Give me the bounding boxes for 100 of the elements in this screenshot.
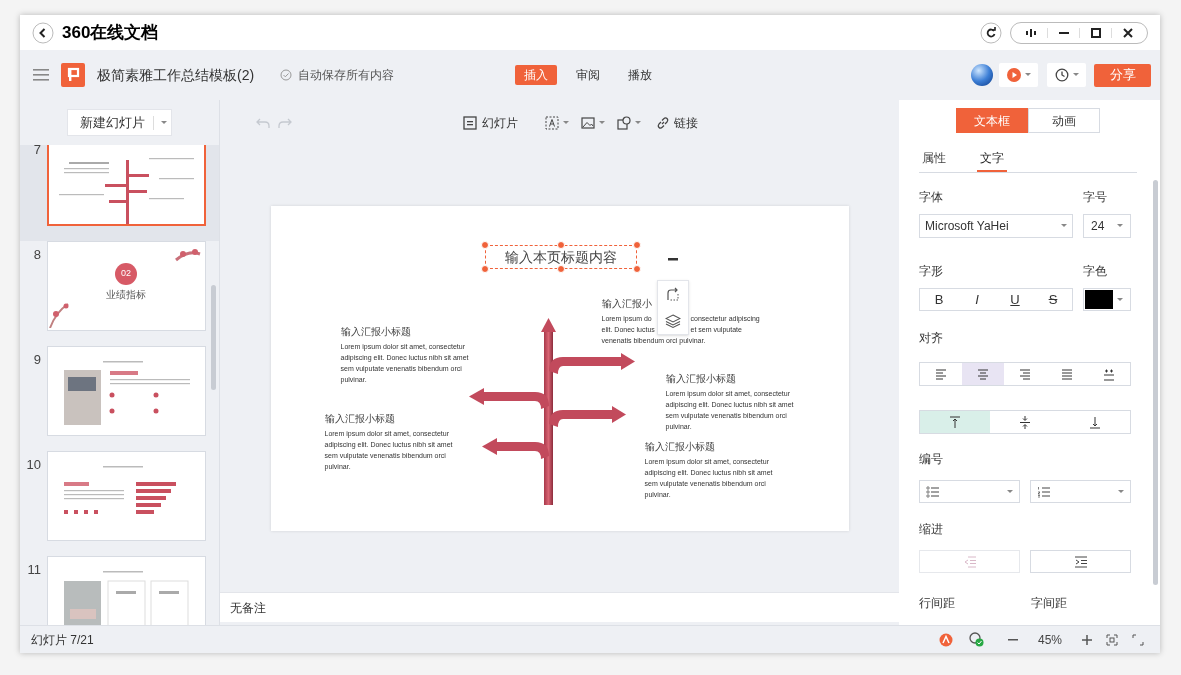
link-icon [656, 115, 670, 130]
presentation-logo-icon [61, 63, 85, 87]
caret-icon[interactable] [599, 120, 605, 125]
caret-icon [1007, 489, 1013, 494]
link-button[interactable]: 链接 [656, 113, 698, 132]
outdent-icon [962, 555, 977, 568]
zoom-level: 45% [1037, 631, 1062, 649]
field-label: 编号 [919, 451, 943, 468]
image-icon[interactable] [581, 115, 595, 130]
sync-check-icon[interactable] [968, 632, 984, 647]
increase-indent-button[interactable] [1030, 550, 1131, 573]
field-label: 字体 [919, 189, 943, 206]
slide-caption: 业绩指标 [105, 288, 147, 302]
field-label: 字形 [919, 263, 943, 280]
slide-thumbnail[interactable]: 02 业绩指标 [47, 241, 206, 331]
slide-counter: 幻灯片 7/21 [31, 631, 94, 649]
field-label: 字色 [1083, 263, 1108, 280]
history-dropdown[interactable] [1047, 63, 1086, 87]
fit-icon[interactable] [1106, 633, 1118, 646]
align-middle-icon [1018, 414, 1032, 430]
panel-tab[interactable]: 动画 [1027, 108, 1100, 133]
bullet-list-icon [926, 484, 940, 499]
field-label: 对齐 [919, 330, 943, 347]
close-icon[interactable] [1121, 27, 1134, 38]
slide-button[interactable]: 幻灯片 [463, 113, 518, 132]
audio-icon[interactable] [1024, 27, 1038, 38]
slide-icon [463, 115, 477, 130]
subheading: 输入汇报小标题 [324, 412, 396, 426]
style-button[interactable]: S [1038, 289, 1068, 310]
maximize-icon[interactable] [1089, 27, 1102, 38]
menu-tab[interactable]: 审阅 [567, 65, 609, 85]
field-label: 缩进 [919, 521, 943, 538]
crop-icon[interactable] [664, 286, 681, 303]
indent-icon [1073, 555, 1088, 568]
back-icon[interactable] [32, 21, 54, 44]
resize-handle[interactable] [556, 265, 565, 273]
font-dropdown[interactable]: Microsoft YaHei [919, 214, 1073, 238]
align-bottom-icon [1088, 414, 1102, 430]
notes-text[interactable]: 无备注 [230, 598, 266, 617]
new-slide-button[interactable]: 新建幻灯片 [67, 109, 172, 136]
save-status: 自动保存所有内容 [298, 67, 395, 84]
zoom-in-icon[interactable] [1082, 634, 1092, 645]
shape-icon[interactable] [617, 115, 631, 130]
caret-icon[interactable] [635, 120, 641, 125]
scrollbar[interactable] [1153, 180, 1158, 585]
presenter-icon[interactable] [938, 632, 953, 647]
menu-tab[interactable]: 播放 [619, 65, 661, 85]
slide-number: 9 [32, 351, 42, 369]
resize-handle[interactable] [480, 241, 489, 249]
refresh-icon[interactable] [980, 21, 1002, 44]
caret-icon [1072, 73, 1079, 77]
resize-handle[interactable] [556, 241, 565, 249]
style-button[interactable]: I [962, 289, 992, 310]
minus-icon[interactable] [667, 258, 678, 262]
slide-number: 11 [26, 561, 42, 579]
flower-branch-drawing [175, 249, 201, 262]
style-button[interactable]: U [1000, 289, 1030, 310]
color-picker[interactable] [1083, 288, 1131, 311]
layers-icon[interactable] [664, 312, 681, 329]
resize-handle[interactable] [480, 265, 489, 273]
vertical-align-button[interactable] [920, 411, 990, 433]
align-left-icon [934, 366, 948, 382]
style-button[interactable]: B [924, 289, 954, 310]
caret-icon [1117, 224, 1123, 228]
caret-icon [1117, 297, 1123, 302]
document-title[interactable]: 极简素雅工作总结模板(2) [97, 64, 255, 86]
field-label: 行间距 [919, 595, 956, 612]
slide-thumbnail[interactable] [47, 145, 206, 226]
window-title: 360在线文档 [62, 21, 159, 44]
numbered-list-icon [1037, 484, 1051, 499]
field-label: 字间距 [1031, 595, 1067, 612]
caret-icon [1061, 224, 1067, 228]
caret-icon[interactable] [563, 120, 569, 125]
align-right-icon [1018, 366, 1032, 382]
align-center-icon [976, 366, 990, 382]
bullet-list-dropdown[interactable] [919, 480, 1020, 503]
numbered-list-dropdown[interactable] [1030, 480, 1131, 503]
fullscreen-icon[interactable] [1132, 633, 1144, 646]
property-tab[interactable]: 文字 [977, 146, 1007, 172]
caret-icon [161, 120, 167, 125]
clock-icon [1054, 68, 1069, 82]
caret-icon [1118, 489, 1124, 494]
property-tab[interactable]: 属性 [919, 146, 949, 172]
caret-icon [1024, 73, 1031, 77]
align-justify-icon [1060, 366, 1074, 382]
play-dropdown[interactable] [999, 63, 1038, 87]
check-circle-icon [280, 69, 293, 81]
size-dropdown[interactable]: 24 [1083, 214, 1131, 238]
menu-icon[interactable] [33, 68, 49, 82]
resize-handle[interactable] [632, 265, 641, 273]
align-top-icon [948, 414, 962, 430]
slide-number: 10 [25, 456, 42, 474]
subheading: 输入汇报小标题 [644, 440, 716, 454]
flower-branch-drawing [49, 303, 69, 328]
resize-handle[interactable] [632, 241, 641, 249]
subheading: 输入汇报小标题 [665, 372, 737, 386]
align-button[interactable] [962, 363, 1004, 385]
text-box-icon[interactable] [545, 115, 559, 130]
avatar-icon[interactable] [971, 64, 993, 86]
scrollbar[interactable] [211, 285, 216, 390]
